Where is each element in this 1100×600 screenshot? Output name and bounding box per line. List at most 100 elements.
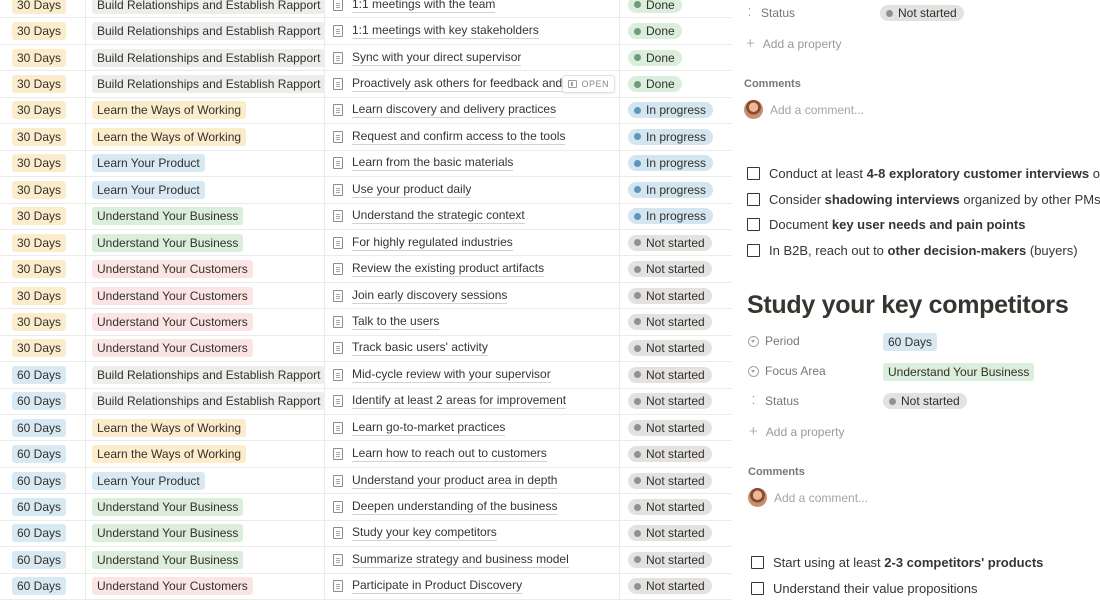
table-row[interactable]: 30 Days Learn Your Product Learn from th… bbox=[0, 150, 732, 178]
task-cell[interactable]: Proactively ask others for feedback and … bbox=[325, 71, 620, 97]
period-cell[interactable]: 30 Days bbox=[6, 309, 86, 335]
table-row[interactable]: 60 Days Understand Your Business Summari… bbox=[0, 547, 732, 574]
period-cell[interactable]: 60 Days bbox=[6, 547, 86, 573]
focus-area-cell[interactable]: Build Relationships and Establish Rappor… bbox=[86, 18, 326, 44]
status-cell[interactable]: Not started bbox=[620, 362, 732, 387]
todo-text[interactable]: Consider shadowing interviews organized … bbox=[769, 192, 1100, 207]
comment-input[interactable]: Add a comment... bbox=[774, 491, 868, 505]
period-cell[interactable]: 30 Days bbox=[6, 229, 86, 256]
table-row[interactable]: 30 Days Understand Your Customers Review… bbox=[0, 256, 732, 283]
table-row[interactable]: 30 Days Understand Your Business Underst… bbox=[0, 203, 732, 230]
status-property-value[interactable]: Not started bbox=[880, 5, 964, 21]
task-title-link[interactable]: Identify at least 2 areas for improvemen… bbox=[352, 393, 567, 410]
task-cell[interactable]: Request and confirm access to the tools bbox=[325, 124, 620, 150]
task-title-link[interactable]: Proactively ask others for feedback and … bbox=[352, 76, 579, 93]
task-title-link[interactable]: Request and confirm access to the tools bbox=[352, 129, 566, 145]
task-title-link[interactable]: Understand the strategic context bbox=[352, 208, 525, 225]
task-cell[interactable]: Learn from the basic materials bbox=[325, 150, 620, 177]
task-title-link[interactable]: Participate in Product Discovery bbox=[352, 578, 523, 595]
status-cell[interactable]: Not started bbox=[620, 283, 732, 308]
table-row[interactable]: 30 Days Understand Your Customers Track … bbox=[0, 335, 732, 363]
status-cell[interactable]: Done bbox=[620, 0, 732, 17]
status-cell[interactable]: Not started bbox=[620, 309, 732, 334]
todo-checkbox[interactable] bbox=[747, 192, 760, 206]
focus-area-cell[interactable]: Understand Your Business bbox=[86, 494, 325, 520]
task-cell[interactable]: For highly regulated industries bbox=[325, 229, 620, 256]
open-button[interactable]: OPEN bbox=[562, 75, 615, 94]
table-row[interactable]: 60 Days Learn the Ways of Working Learn … bbox=[0, 441, 732, 468]
focus-area-cell[interactable]: Understand Your Business bbox=[86, 520, 325, 547]
task-cell[interactable]: Use your product daily bbox=[325, 177, 620, 203]
task-cell[interactable]: Study your key competitors bbox=[325, 520, 620, 547]
table-row[interactable]: 60 Days Build Relationships and Establis… bbox=[0, 388, 732, 415]
task-cell[interactable]: Identify at least 2 areas for improvemen… bbox=[325, 388, 620, 414]
period-cell[interactable]: 30 Days bbox=[6, 335, 86, 362]
focus-area-cell[interactable]: Understand Your Customers bbox=[86, 335, 325, 362]
status-cell[interactable]: Done bbox=[620, 45, 732, 70]
status-cell[interactable]: In progress bbox=[620, 177, 732, 202]
task-title-link[interactable]: Learn how to reach out to customers bbox=[352, 446, 547, 463]
focus-area-cell[interactable]: Understand Your Business bbox=[86, 547, 325, 573]
task-title-link[interactable]: Talk to the users bbox=[352, 314, 440, 330]
todo-text[interactable]: Start using at least 2-3 competitors' pr… bbox=[773, 555, 1043, 570]
status-cell[interactable]: Not started bbox=[620, 389, 732, 414]
period-cell[interactable]: 30 Days bbox=[6, 177, 86, 203]
task-title-link[interactable]: Understand your product area in depth bbox=[352, 473, 558, 489]
task-title-link[interactable]: Summarize strategy and business model bbox=[352, 552, 569, 568]
focus-area-cell[interactable]: Understand Your Customers bbox=[86, 282, 325, 309]
todo-checkbox[interactable] bbox=[747, 218, 760, 232]
task-title-link[interactable]: 1:1 meetings with the team bbox=[352, 0, 496, 13]
focus-area-cell[interactable]: Build Relationships and Establish Rappor… bbox=[86, 0, 326, 18]
table-row[interactable]: 60 Days Learn Your Product Understand yo… bbox=[0, 467, 732, 495]
status-cell[interactable]: In progress bbox=[620, 124, 732, 149]
task-cell[interactable]: Learn discovery and delivery practices bbox=[325, 97, 620, 124]
status-cell[interactable]: Done bbox=[620, 18, 732, 43]
todo-text[interactable]: Document key user needs and pain points bbox=[769, 217, 1026, 232]
todo-checkbox[interactable] bbox=[747, 167, 760, 181]
task-title-link[interactable]: Track basic users' activity bbox=[352, 340, 488, 357]
period-cell[interactable]: 30 Days bbox=[6, 44, 86, 71]
table-row[interactable]: 30 Days Learn the Ways of Working Learn … bbox=[0, 97, 732, 125]
period-cell[interactable]: 60 Days bbox=[6, 388, 86, 414]
table-row[interactable]: 30 Days Understand Your Customers Talk t… bbox=[0, 309, 732, 336]
focus-area-cell[interactable]: Learn Your Product bbox=[86, 150, 325, 177]
task-title-link[interactable]: Study your key competitors bbox=[352, 525, 497, 542]
status-cell[interactable]: In progress bbox=[620, 151, 732, 176]
focus-area-cell[interactable]: Build Relationships and Establish Rappor… bbox=[86, 44, 326, 71]
todo-checkbox[interactable] bbox=[751, 555, 764, 569]
focus-area-cell[interactable]: Build Relationships and Establish Rappor… bbox=[86, 388, 326, 414]
status-property-value-2[interactable]: Not started bbox=[883, 393, 967, 409]
task-title-link[interactable]: Mid-cycle review with your supervisor bbox=[352, 367, 551, 383]
period-cell[interactable]: 30 Days bbox=[6, 150, 86, 177]
status-cell[interactable]: Not started bbox=[620, 336, 732, 361]
task-cell[interactable]: Learn how to reach out to customers bbox=[325, 441, 620, 467]
period-cell[interactable]: 60 Days bbox=[6, 441, 86, 467]
task-title-link[interactable]: Learn discovery and delivery practices bbox=[352, 102, 557, 119]
table-row[interactable]: 30 Days Learn the Ways of Working Reques… bbox=[0, 124, 732, 151]
period-cell[interactable]: 60 Days bbox=[6, 362, 86, 388]
status-cell[interactable]: Not started bbox=[620, 230, 732, 255]
period-cell[interactable]: 30 Days bbox=[6, 203, 86, 229]
status-cell[interactable]: Not started bbox=[620, 494, 732, 519]
status-cell[interactable]: Not started bbox=[620, 547, 732, 572]
period-cell[interactable]: 60 Days bbox=[6, 467, 86, 494]
period-cell[interactable]: 30 Days bbox=[6, 97, 86, 124]
focus-area-cell[interactable]: Understand Your Business bbox=[86, 229, 325, 256]
status-cell[interactable]: Not started bbox=[620, 256, 732, 281]
focus-area-cell[interactable]: Learn the Ways of Working bbox=[86, 124, 325, 150]
task-cell[interactable]: Track basic users' activity bbox=[325, 335, 620, 362]
focus-area-cell[interactable]: Learn Your Product bbox=[86, 467, 325, 494]
table-row[interactable]: 60 Days Learn the Ways of Working Learn … bbox=[0, 415, 732, 442]
todo-text[interactable]: In B2B, reach out to other decision-make… bbox=[769, 243, 1078, 258]
focus-area-cell[interactable]: Learn the Ways of Working bbox=[86, 441, 325, 467]
focus-area-cell[interactable]: Build Relationships and Establish Rappor… bbox=[86, 362, 326, 388]
focus-area-cell[interactable]: Understand Your Customers bbox=[86, 256, 325, 282]
task-cell[interactable]: 1:1 meetings with key stakeholders bbox=[325, 18, 620, 44]
task-cell[interactable]: Summarize strategy and business model bbox=[325, 547, 620, 573]
task-title-link[interactable]: Learn go-to-market practices bbox=[352, 420, 506, 436]
period-cell[interactable]: 60 Days bbox=[6, 520, 86, 547]
focus-area-cell[interactable]: Learn the Ways of Working bbox=[86, 415, 325, 441]
todo-checkbox[interactable] bbox=[751, 581, 764, 595]
task-cell[interactable]: Understand the strategic context bbox=[325, 203, 620, 229]
task-title-link[interactable]: Join early discovery sessions bbox=[352, 288, 508, 304]
